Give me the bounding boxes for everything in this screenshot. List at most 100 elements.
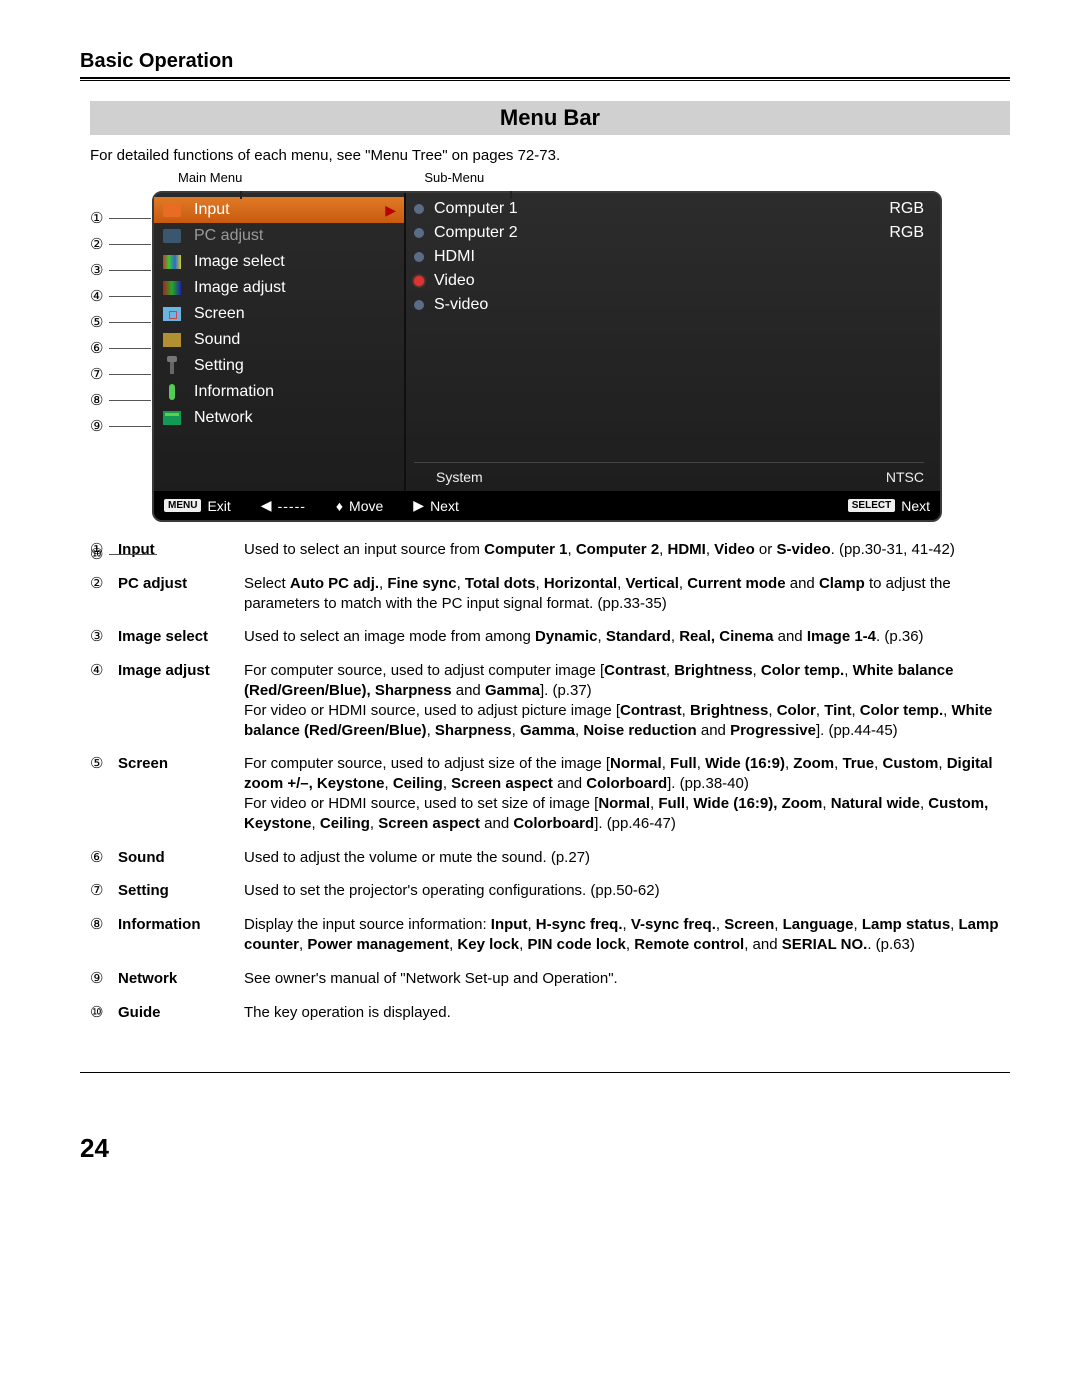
desc-number: ⑥ bbox=[90, 848, 118, 868]
guide-next-1: ▶ Next bbox=[413, 497, 459, 514]
bullet-icon bbox=[414, 252, 424, 262]
bullet-icon bbox=[414, 300, 424, 310]
triangle-right-icon: ▶ bbox=[413, 497, 424, 514]
description-row: ⑩GuideThe key operation is displayed. bbox=[90, 1003, 1010, 1023]
desc-number: ④ bbox=[90, 661, 118, 740]
main-menu-label: Screen bbox=[194, 305, 245, 323]
main-menu-screen[interactable]: Screen bbox=[154, 301, 404, 327]
guide-move-label: Move bbox=[349, 498, 383, 514]
desc-term: Setting bbox=[118, 881, 244, 901]
callout-1: ① bbox=[90, 209, 103, 227]
main-menu-label: Image select bbox=[194, 253, 285, 271]
sub-menu-label: Computer 1 bbox=[434, 200, 518, 218]
osd-guide-bar: MENU Exit ◀ ----- ♦ Move ▶ Next SELECT N… bbox=[154, 491, 940, 520]
desc-term: Image select bbox=[118, 627, 244, 647]
desc-number: ⑧ bbox=[90, 915, 118, 955]
guide-back-label: ----- bbox=[278, 498, 306, 514]
sub-menu-computer-1[interactable]: Computer 1 RGB bbox=[414, 197, 924, 221]
bullet-icon bbox=[414, 228, 424, 238]
guide-select-next-label: Next bbox=[901, 498, 930, 514]
sub-menu-s-video[interactable]: S-video bbox=[414, 293, 924, 317]
callout-6: ⑥ bbox=[90, 339, 103, 357]
section-title: Basic Operation bbox=[80, 50, 1010, 73]
main-menu-sound[interactable]: Sound bbox=[154, 327, 404, 353]
main-menu-information[interactable]: Information bbox=[154, 379, 404, 405]
page-heading: Menu Bar bbox=[90, 101, 1010, 135]
bullet-selected-icon bbox=[414, 276, 424, 286]
description-row: ⑧InformationDisplay the input source inf… bbox=[90, 915, 1010, 955]
callout-4: ④ bbox=[90, 287, 103, 305]
desc-number: ⑨ bbox=[90, 969, 118, 989]
desc-body: Used to select an image mode from among … bbox=[244, 627, 1010, 647]
main-menu-label: PC adjust bbox=[194, 227, 263, 245]
screen-icon bbox=[160, 304, 184, 324]
image-adjust-icon bbox=[160, 278, 184, 298]
sub-menu-right: RGB bbox=[889, 224, 924, 242]
pc-icon bbox=[160, 226, 184, 246]
sub-menu-right: RGB bbox=[889, 200, 924, 218]
main-menu-setting[interactable]: Setting bbox=[154, 353, 404, 379]
description-row: ④Image adjustFor computer source, used t… bbox=[90, 661, 1010, 740]
guide-select-next: SELECT Next bbox=[848, 498, 930, 514]
image-select-icon bbox=[160, 252, 184, 272]
guide-next-label: Next bbox=[430, 498, 459, 514]
callout-2: ② bbox=[90, 235, 103, 253]
sub-menu-label: S-video bbox=[434, 296, 488, 314]
desc-body: Used to adjust the volume or mute the so… bbox=[244, 848, 1010, 868]
sub-menu-system[interactable]: System NTSC bbox=[414, 462, 924, 491]
description-list: ①InputUsed to select an input source fro… bbox=[90, 540, 1010, 1022]
page-number: 24 bbox=[80, 1133, 1010, 1164]
desc-term: Information bbox=[118, 915, 244, 955]
desc-body: Display the input source information: In… bbox=[244, 915, 1010, 955]
callout-5: ⑤ bbox=[90, 313, 103, 331]
main-menu-label: Input bbox=[194, 201, 230, 219]
main-menu-label: Setting bbox=[194, 357, 244, 375]
tick-main bbox=[240, 191, 242, 199]
main-menu-input[interactable]: Input ▶ bbox=[154, 197, 404, 223]
triangle-right-icon: ▶ bbox=[385, 202, 396, 219]
sub-menu-hdmi[interactable]: HDMI bbox=[414, 245, 924, 269]
main-menu-network[interactable]: Network bbox=[154, 405, 404, 431]
desc-term: Sound bbox=[118, 848, 244, 868]
main-menu-image-select[interactable]: Image select bbox=[154, 249, 404, 275]
description-row: ②PC adjustSelect Auto PC adj., Fine sync… bbox=[90, 574, 1010, 614]
sound-icon bbox=[160, 330, 184, 350]
desc-body: The key operation is displayed. bbox=[244, 1003, 1010, 1023]
triangle-left-icon: ◀ bbox=[261, 497, 272, 514]
system-label: System bbox=[436, 469, 483, 485]
desc-term: PC adjust bbox=[118, 574, 244, 614]
callout-7: ⑦ bbox=[90, 365, 103, 383]
description-row: ①InputUsed to select an input source fro… bbox=[90, 540, 1010, 560]
tick-sub bbox=[510, 191, 512, 199]
description-row: ⑤ScreenFor computer source, used to adju… bbox=[90, 754, 1010, 833]
osd-diagram: ① ② ③ ④ ⑤ ⑥ ⑦ ⑧ ⑨ Input ▶ PC adjust bbox=[90, 191, 1010, 522]
osd-screen: Input ▶ PC adjust Image select Image adj… bbox=[152, 191, 942, 522]
main-menu-label: Information bbox=[194, 383, 274, 401]
desc-number: ⑩ bbox=[90, 1003, 118, 1023]
rule-thick bbox=[80, 77, 1010, 79]
desc-term: Network bbox=[118, 969, 244, 989]
guide-move: ♦ Move bbox=[336, 498, 383, 514]
desc-body: Used to select an input source from Comp… bbox=[244, 540, 1010, 560]
description-row: ⑥SoundUsed to adjust the volume or mute … bbox=[90, 848, 1010, 868]
rule-thin bbox=[80, 80, 1010, 81]
diagram-labels: Main Menu Sub-Menu bbox=[90, 170, 1010, 185]
sub-menu-video[interactable]: Video bbox=[414, 269, 924, 293]
main-menu-pc-adjust[interactable]: PC adjust bbox=[154, 223, 404, 249]
desc-number: ⑤ bbox=[90, 754, 118, 833]
guide-back: ◀ ----- bbox=[261, 497, 306, 514]
main-menu-image-adjust[interactable]: Image adjust bbox=[154, 275, 404, 301]
desc-number: ③ bbox=[90, 627, 118, 647]
osd-main-menu: Input ▶ PC adjust Image select Image adj… bbox=[154, 193, 406, 491]
callout-3: ③ bbox=[90, 261, 103, 279]
callout-10: ⑩ bbox=[90, 545, 103, 563]
description-row: ⑦SettingUsed to set the projector's oper… bbox=[90, 881, 1010, 901]
desc-number: ⑦ bbox=[90, 881, 118, 901]
desc-body: See owner's manual of "Network Set-up an… bbox=[244, 969, 1010, 989]
bullet-icon bbox=[414, 204, 424, 214]
callout-8: ⑧ bbox=[90, 391, 103, 409]
desc-term: Image adjust bbox=[118, 661, 244, 740]
sub-menu-computer-2[interactable]: Computer 2 RGB bbox=[414, 221, 924, 245]
network-icon bbox=[160, 408, 184, 428]
footer-rule bbox=[80, 1072, 1010, 1073]
